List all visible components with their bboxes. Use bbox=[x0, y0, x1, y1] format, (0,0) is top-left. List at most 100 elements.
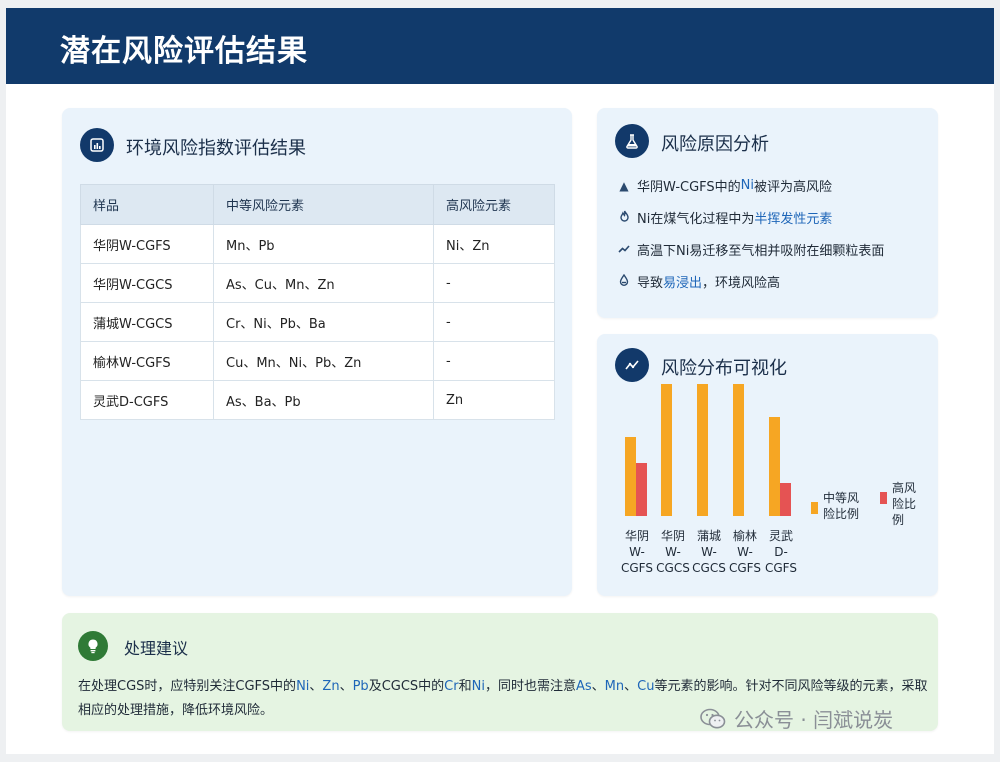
legend-label-line: 高风 bbox=[892, 481, 917, 495]
table-row: 榆林W-CGFS Cu、Mn、Ni、Pb、Zn - bbox=[80, 341, 555, 381]
risk-distribution-card: 风险分布可视化 华阴 W- CGFS 华阴 W- CGCS 蒲城 W- CGCS 榆林 W- CGFS… bbox=[597, 334, 938, 596]
page-title: 潜在风险评估结果 bbox=[60, 34, 308, 69]
risk-index-table: 样品 中等风险元素 高风险元素 华阴W-CGFS Mn、Pb Ni、Zn 华阴W… bbox=[80, 184, 555, 420]
droplet-icon bbox=[615, 273, 633, 289]
suggestion-fragment: 在处理CGS时，应特别关注CGFS中的 bbox=[78, 679, 297, 694]
lightbulb-icon bbox=[78, 631, 108, 661]
x-tick-label-line: CGFS bbox=[621, 561, 653, 575]
bar-moderate bbox=[625, 437, 636, 516]
suggestion-fragment: 、 bbox=[591, 679, 605, 694]
high-cell: Ni、Zn bbox=[433, 224, 555, 264]
bar-moderate bbox=[661, 384, 672, 516]
suggestion-fragment: 和 bbox=[458, 679, 472, 694]
legend-swatch bbox=[880, 492, 887, 504]
legend-label-line: 例 bbox=[892, 513, 905, 527]
trend-icon bbox=[615, 243, 633, 257]
x-tick-label-line: D- bbox=[774, 545, 788, 559]
suggestion-fragment: 、 bbox=[624, 679, 638, 694]
cause-text: ，环境风险高 bbox=[702, 276, 781, 291]
x-tick-label-line: CGCS bbox=[692, 561, 726, 575]
sample-cell: 灵武D-CGFS bbox=[80, 380, 214, 420]
legend-label-line: 险比 bbox=[892, 497, 917, 511]
x-tick-label: 华阴 W- CGFS bbox=[617, 528, 657, 576]
cause-highlight: Ni bbox=[740, 178, 755, 193]
x-tick-label-line: 华阴 bbox=[660, 529, 685, 543]
page: 潜在风险评估结果 环境风险指数评估结果 样品 中等风险元素 高风险元素 华阴W-… bbox=[6, 8, 994, 754]
watermark-text: 公众号 · 闫斌说炭 bbox=[734, 708, 894, 732]
high-cell: - bbox=[433, 302, 555, 342]
legend-label-line: 险比例 bbox=[823, 507, 860, 521]
cause-item: 导致 易浸出 ，环境风险高 bbox=[615, 272, 780, 291]
moderate-cell: Cu、Mn、Ni、Pb、Zn bbox=[213, 341, 434, 381]
sample-cell: 蒲城W-CGCS bbox=[80, 302, 214, 342]
table-row: 华阴W-CGFS Mn、Pb Ni、Zn bbox=[80, 224, 555, 264]
header-bar: 潜在风险评估结果 bbox=[6, 8, 994, 84]
element-highlight: Ni bbox=[296, 679, 310, 694]
x-tick-label-line: W- bbox=[737, 545, 753, 559]
cause-item: ▲ 华阴W-CGFS中的 Ni 被评为高风险 bbox=[615, 176, 832, 195]
legend-label-line: 中等风 bbox=[823, 491, 860, 505]
column-header: 中等风险元素 bbox=[213, 184, 434, 225]
x-tick-label: 蒲城 W- CGCS bbox=[689, 528, 729, 576]
x-tick-label-line: 榆林 bbox=[732, 529, 757, 543]
moderate-cell: As、Cu、Mn、Zn bbox=[213, 263, 434, 303]
cause-text: 高温下Ni易迁移至气相并吸附在细颗粒表面 bbox=[637, 244, 885, 259]
cause-text: 华阴W-CGFS中的 bbox=[637, 180, 741, 195]
x-tick-label-line: W- bbox=[701, 545, 717, 559]
suggestion-fragment: 及CGCS中的 bbox=[368, 679, 445, 694]
legend-label: 高风 险比例 bbox=[892, 480, 916, 528]
cause-text: 被评为高风险 bbox=[754, 180, 833, 195]
x-tick-label-line: CGFS bbox=[729, 561, 761, 575]
x-tick-label-line: 华阴 bbox=[624, 529, 649, 543]
table-row: 华阴W-CGCS As、Cu、Mn、Zn - bbox=[80, 263, 555, 303]
element-highlight: Cu bbox=[637, 679, 655, 694]
element-highlight: Ni bbox=[471, 679, 485, 694]
legend-swatch bbox=[811, 502, 818, 514]
element-highlight: Mn bbox=[604, 679, 625, 694]
flask-icon bbox=[615, 124, 649, 158]
cause-highlight: 半挥发性元素 bbox=[754, 212, 833, 227]
x-tick-label: 灵武 D- CGFS bbox=[761, 528, 801, 576]
sample-cell: 华阴W-CGFS bbox=[80, 224, 214, 264]
table-row: 灵武D-CGFS As、Ba、Pb Zn bbox=[80, 380, 555, 420]
cause-item: Ni在煤气化过程中为 半挥发性元素 bbox=[615, 208, 832, 227]
high-cell: - bbox=[433, 341, 555, 381]
suggestion-title: 处理建议 bbox=[124, 639, 189, 658]
flame-icon bbox=[615, 210, 633, 225]
high-cell: - bbox=[433, 263, 555, 303]
risk-cause-title: 风险原因分析 bbox=[661, 134, 769, 155]
wechat-icon bbox=[700, 708, 726, 728]
table-header-row: 样品 中等风险元素 高风险元素 bbox=[80, 184, 555, 225]
high-cell: Zn bbox=[433, 380, 555, 420]
x-tick-label: 榆林 W- CGFS bbox=[725, 528, 765, 576]
column-header: 高风险元素 bbox=[433, 184, 555, 225]
warning-icon: ▲ bbox=[619, 178, 629, 193]
cause-text: Ni在煤气化过程中为 bbox=[637, 212, 755, 227]
x-tick-label-line: CGFS bbox=[765, 561, 797, 575]
bar-moderate bbox=[769, 417, 780, 516]
cause-highlight: 易浸出 bbox=[663, 276, 703, 291]
x-tick-label-line: W- bbox=[629, 545, 645, 559]
element-highlight: Pb bbox=[352, 679, 369, 694]
x-tick-label: 华阴 W- CGCS bbox=[653, 528, 693, 576]
bar-moderate bbox=[733, 384, 744, 516]
moderate-cell: Mn、Pb bbox=[213, 224, 434, 264]
risk-distribution-chart: 华阴 W- CGFS 华阴 W- CGCS 蒲城 W- CGCS 榆林 W- CGFS 灵武 D- CGFS… bbox=[597, 334, 938, 596]
legend-label: 中等风 险比例 bbox=[823, 490, 859, 522]
sample-cell: 榆林W-CGFS bbox=[80, 341, 214, 381]
bar-high bbox=[780, 483, 791, 516]
x-tick-label-line: W- bbox=[665, 545, 681, 559]
column-header: 样品 bbox=[80, 184, 214, 225]
x-tick-label-line: 蒲城 bbox=[696, 529, 721, 543]
cause-item: 高温下Ni易迁移至气相并吸附在细颗粒表面 bbox=[615, 240, 884, 259]
risk-index-title: 环境风险指数评估结果 bbox=[126, 138, 306, 159]
cause-text: 导致 bbox=[637, 276, 664, 291]
element-highlight: Cr bbox=[444, 679, 459, 694]
element-highlight: As bbox=[575, 679, 592, 694]
x-tick-label-line: 灵武 bbox=[768, 529, 793, 543]
table-row: 蒲城W-CGCS Cr、Ni、Pb、Ba - bbox=[80, 302, 555, 342]
element-highlight: Zn bbox=[322, 679, 340, 694]
moderate-cell: Cr、Ni、Pb、Ba bbox=[213, 302, 434, 342]
bar-high bbox=[636, 463, 647, 516]
watermark: 公众号 · 闫斌说炭 bbox=[700, 704, 893, 733]
